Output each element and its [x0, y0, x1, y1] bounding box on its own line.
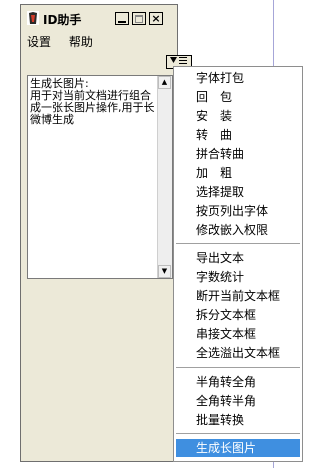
vertical-scrollbar[interactable]: ▲ ▼	[157, 76, 172, 278]
down-triangle-menu-icon	[170, 57, 187, 64]
menu-separator	[176, 243, 300, 244]
window-title: ID助手	[43, 13, 82, 27]
menu-item-split-frame[interactable]: 拆分文本框	[196, 306, 300, 324]
context-menu: 字体打包 回 包 安 装 转 曲 拼合转曲 加 粗 选择提取 按页列出字体 修改…	[173, 66, 303, 462]
menu-item-select-extract[interactable]: 选择提取	[196, 183, 300, 201]
menu-item-repack[interactable]: 回 包	[196, 88, 300, 106]
menu-item-install[interactable]: 安 装	[196, 107, 300, 125]
menu-item-font-pack[interactable]: 字体打包	[196, 69, 300, 87]
menu-item-full-to-half[interactable]: 全角转半角	[196, 392, 300, 410]
menu-item-embed-permission[interactable]: 修改嵌入权限	[196, 221, 300, 239]
menu-item-generate-long-image[interactable]: 生成长图片	[176, 439, 300, 457]
maximize-button[interactable]	[132, 12, 146, 25]
menu-item-label: 生成长图片	[196, 441, 257, 455]
menu-item-to-curves[interactable]: 转 曲	[196, 126, 300, 144]
menu-item-break-frame[interactable]: 断开当前文本框	[196, 287, 300, 305]
menu-bar: 设置 帮助	[27, 33, 107, 51]
id-assistant-window: ID助手 × 设置 帮助 生成长图片: 用于对当前文档进行组合成一张长图片操作,…	[20, 4, 192, 462]
description-text: 生成长图片: 用于对当前文档进行组合成一张长图片操作,用于长微博生成	[30, 77, 155, 126]
app-icon	[27, 11, 39, 25]
menu-item-merge-curves[interactable]: 拼合转曲	[196, 145, 300, 163]
menu-separator	[176, 367, 300, 368]
menu-settings[interactable]: 设置	[27, 35, 51, 49]
menu-item-select-overflow[interactable]: 全选溢出文本框	[196, 344, 300, 362]
menu-item-list-fonts[interactable]: 按页列出字体	[196, 202, 300, 220]
minimize-button[interactable]	[115, 12, 129, 25]
menu-item-batch-convert[interactable]: 批量转换	[196, 411, 300, 429]
scroll-up-arrow-icon[interactable]: ▲	[158, 76, 171, 89]
menu-help[interactable]: 帮助	[69, 35, 93, 49]
menu-item-export-text[interactable]: 导出文本	[196, 249, 300, 267]
menu-item-link-frame[interactable]: 串接文本框	[196, 325, 300, 343]
scroll-down-arrow-icon[interactable]: ▼	[158, 265, 171, 278]
menu-item-word-count[interactable]: 字数统计	[196, 268, 300, 286]
menu-separator	[176, 433, 300, 434]
title-bar[interactable]: ID助手 ×	[23, 7, 175, 29]
description-textarea[interactable]: 生成长图片: 用于对当前文档进行组合成一张长图片操作,用于长微博生成 ▲ ▼	[27, 75, 173, 279]
menu-item-bold[interactable]: 加 粗	[196, 164, 300, 182]
menu-item-half-to-full[interactable]: 半角转全角	[196, 373, 300, 391]
close-button[interactable]: ×	[149, 12, 163, 25]
